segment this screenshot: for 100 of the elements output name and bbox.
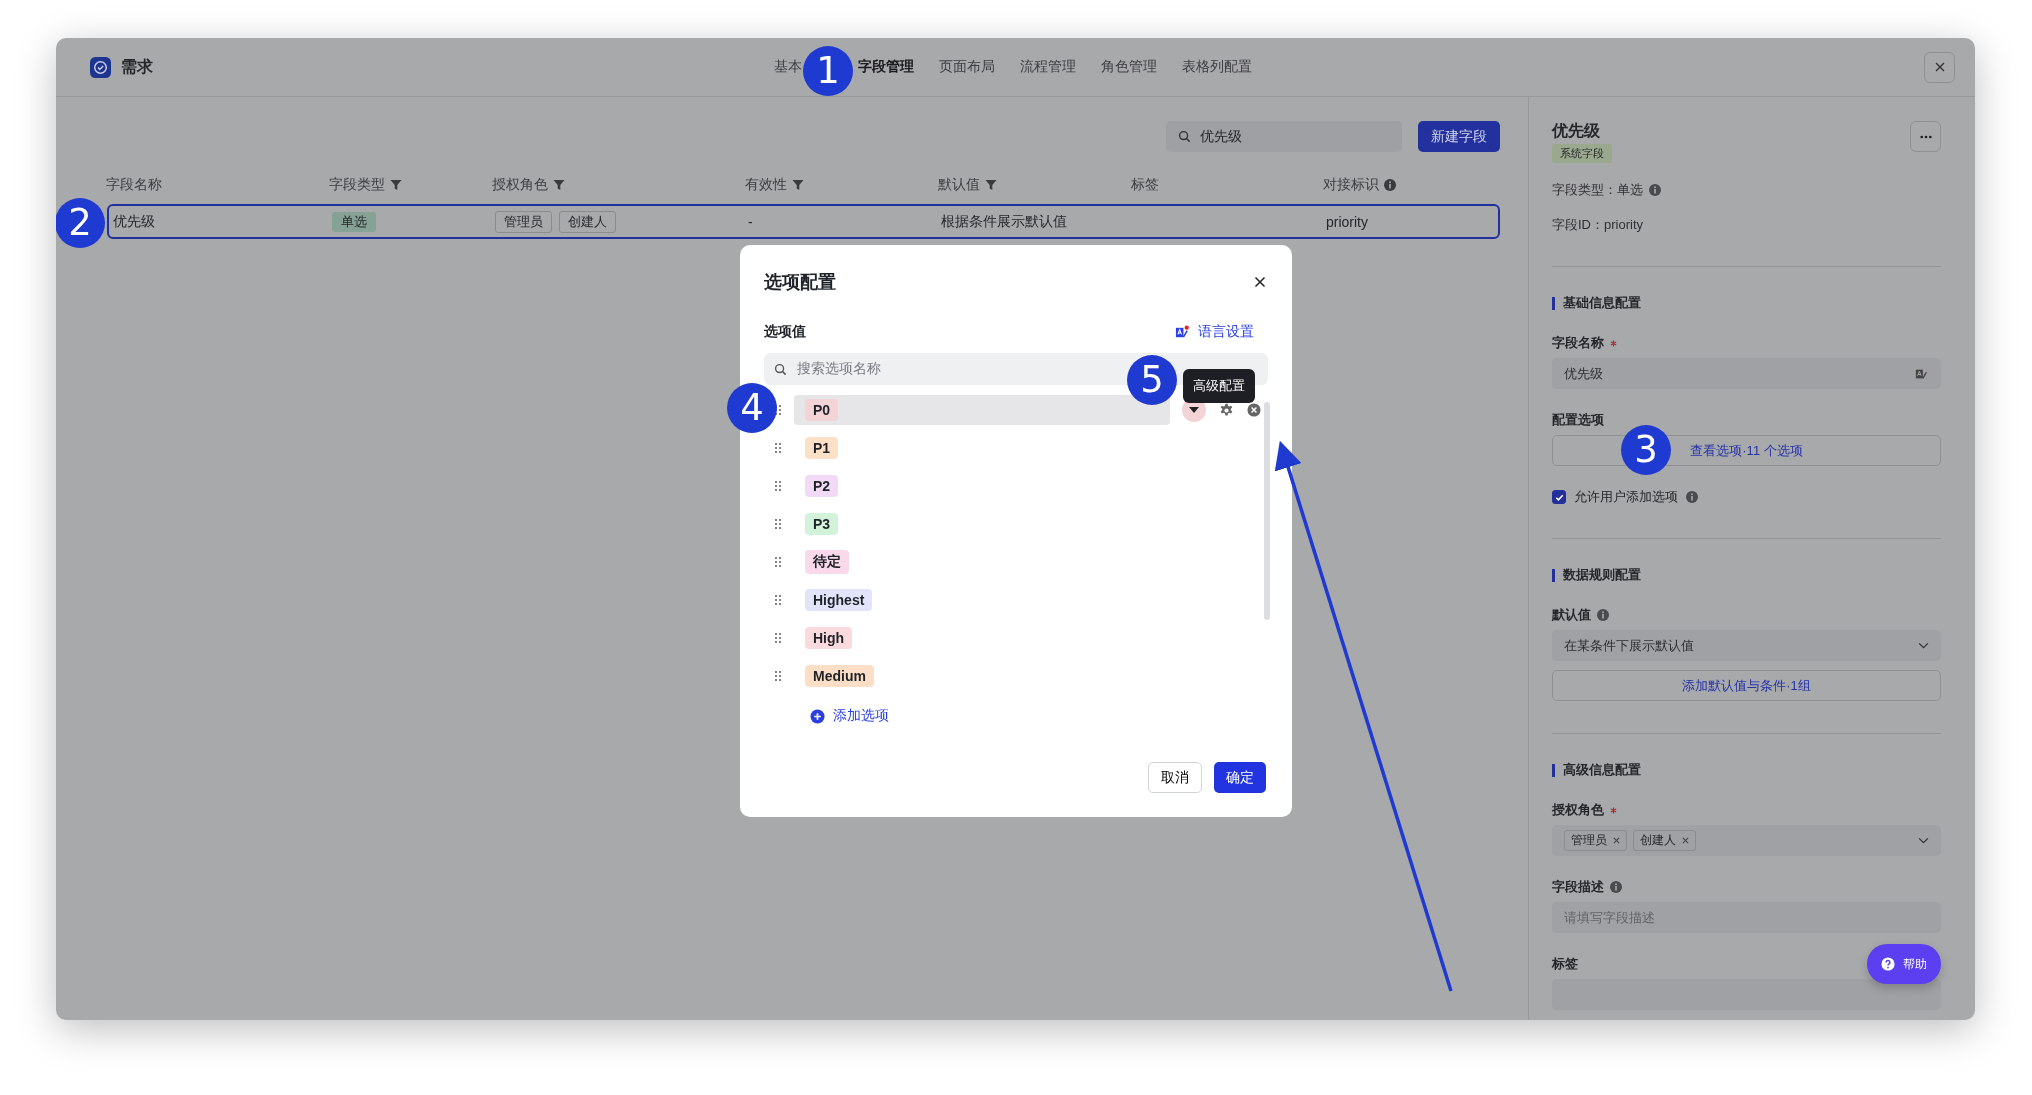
option-row[interactable]: Medium [794,661,1170,691]
search-icon [774,362,787,376]
info-icon[interactable] [1686,491,1698,503]
drag-handle-icon[interactable] [774,670,782,682]
column-header: 字段类型 [329,176,385,194]
table-cell: - [748,213,753,230]
multi-select-field[interactable]: 管理员 创建人 [1552,825,1941,856]
scrollbar[interactable] [1264,402,1270,620]
filter-icon[interactable] [985,179,997,191]
ellipsis-icon [1919,134,1932,139]
close-button[interactable] [1252,274,1268,290]
field-label: 字段描述 [1552,878,1604,896]
option-tag: P1 [805,437,839,459]
checkbox[interactable] [1552,490,1566,504]
nav-tab[interactable]: 表格列配置 [1182,58,1252,76]
drag-handle-icon[interactable] [774,556,782,568]
nav-tab[interactable]: 页面布局 [939,58,995,76]
info-icon[interactable] [1384,179,1396,191]
table-cell: 优先级 [113,212,155,231]
tooltip: 高级配置 [1183,369,1255,403]
field-type-text: 字段类型：单选 [1552,181,1643,199]
option-row[interactable]: P0 [794,395,1170,425]
help-button[interactable]: 帮助 [1867,944,1941,984]
option-row[interactable]: 待定 [794,547,1170,577]
nav-tab[interactable]: 基本 [774,58,802,76]
nav-tab[interactable]: 字段管理 [858,58,914,76]
settings-icon[interactable] [1219,402,1234,418]
column-header: 授权角色 [492,176,548,194]
section-title: 数据规则配置 [1563,566,1641,584]
drag-handle-icon[interactable] [774,632,782,644]
chevron-down-icon [1918,642,1929,649]
option-tag: High [805,627,853,649]
column-header: 标签 [1131,176,1159,194]
column-header: 字段名称 [106,176,162,194]
cancel-button[interactable]: 取消 [1148,762,1202,793]
annotation-number: 2 [56,198,105,248]
caret-icon [1189,407,1199,413]
app-logo-icon [90,56,111,78]
section-label: 选项值 [764,323,806,341]
field-label: 配置选项 [1552,411,1604,429]
search-icon [1178,130,1191,143]
info-icon[interactable] [1597,609,1609,621]
table-cell: priority [1326,213,1368,230]
section-title: 基础信息配置 [1563,294,1641,312]
option-tag: P3 [805,513,839,535]
help-icon [1881,957,1895,971]
drag-handle-icon[interactable] [774,518,782,530]
drag-handle-icon[interactable] [774,480,782,492]
option-row[interactable]: P1 [794,433,1170,463]
column-header: 对接标识 [1323,176,1379,194]
info-icon[interactable] [1649,184,1661,196]
search-field[interactable]: 优先级 [1166,121,1402,152]
outline-button[interactable]: 添加默认值与条件·1组 [1552,670,1941,701]
annotation-number: 1 [803,46,853,96]
role-chip: 创建人 [1633,830,1696,851]
role-chip: 管理员 [1564,830,1627,851]
nav-tab[interactable]: 流程管理 [1020,58,1076,76]
info-icon[interactable] [1610,881,1622,893]
option-row[interactable]: High [794,623,1170,653]
checkbox-label: 允许用户添加选项 [1574,488,1678,506]
remove-icon[interactable] [1613,837,1620,844]
filter-icon[interactable] [792,179,804,191]
chevron-down-icon [1918,837,1929,844]
option-row[interactable]: P3 [794,509,1170,539]
field-label: 字段名称 [1552,334,1604,352]
window-title: 需求 [121,56,153,77]
language-settings-link[interactable]: 语言设置 [1198,323,1254,341]
select-field[interactable]: 在某条件下展示默认值 [1552,630,1941,661]
option-row[interactable]: Highest [794,585,1170,615]
column-header: 有效性 [745,176,787,194]
annotation-number: 4 [727,383,777,433]
field-label: 默认值 [1552,606,1591,624]
dialog-title: 选项配置 [764,271,836,294]
field-id-text: 字段ID：priority [1552,216,1643,234]
close-icon [1933,61,1946,73]
option-tag: P2 [805,475,839,497]
role-tag: 管理员 [495,210,552,233]
field-label: 授权角色 [1552,801,1604,819]
confirm-button[interactable]: 确定 [1214,762,1266,793]
section-title: 高级信息配置 [1563,761,1641,779]
table-cell: 根据条件展示默认值 [941,212,1067,231]
nav-tab[interactable]: 角色管理 [1101,58,1157,76]
drag-handle-icon[interactable] [774,594,782,606]
text-field[interactable] [1552,979,1941,1010]
drag-handle-icon[interactable] [774,442,782,454]
remove-icon[interactable] [1247,403,1261,417]
filter-icon[interactable] [390,179,402,191]
add-option-link[interactable]: 添加选项 [833,707,889,725]
text-field[interactable]: 优先级 [1552,358,1941,389]
filter-icon[interactable] [553,179,565,191]
translate-icon [1175,324,1190,340]
panel-title: 优先级 [1552,121,1601,141]
column-header: 默认值 [938,176,980,194]
annotation-number: 3 [1621,425,1671,475]
remove-icon[interactable] [1682,837,1689,844]
option-row[interactable]: P2 [794,471,1170,501]
type-tag: 单选 [332,211,376,232]
new-field-button[interactable]: 新建字段 [1418,121,1500,152]
add-icon [810,708,825,724]
table-row[interactable]: 优先级 单选 管理员 创建人 - 根据条件展示默认值 priority [107,204,1500,239]
